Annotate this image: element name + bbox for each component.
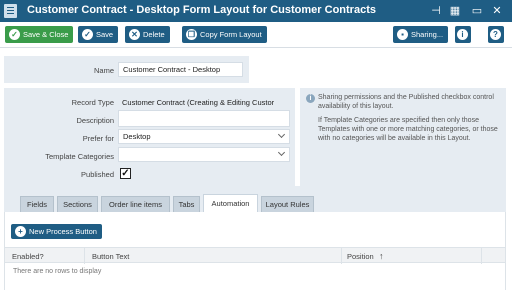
help-button[interactable]: ? — [488, 26, 504, 43]
form-layout-icon — [4, 4, 17, 18]
save-close-label: Save & Close — [23, 30, 69, 39]
delete-icon: ✕ — [129, 29, 140, 40]
column-divider — [84, 248, 85, 264]
chevron-down-icon — [277, 148, 286, 157]
copy-icon: ❐ — [186, 29, 197, 40]
tile-icon[interactable]: ▦ — [447, 3, 463, 19]
copy-label: Copy Form Layout — [200, 30, 262, 39]
sort-ascending-icon[interactable]: ↑ — [379, 251, 384, 261]
info-icon: i — [457, 29, 468, 40]
sharing-button[interactable]: ▪ Sharing... — [393, 26, 449, 43]
name-panel: Name Customer Contract - Desktop — [4, 56, 249, 83]
info-categories-text: If Template Categories are specified the… — [318, 117, 498, 142]
description-label: Description — [76, 116, 114, 125]
column-divider — [341, 248, 342, 264]
record-type-value: Customer Contract (Creating & Editing Cu… — [122, 98, 275, 107]
column-position[interactable]: Position — [347, 252, 374, 261]
column-enabled[interactable]: Enabled? — [12, 252, 44, 261]
minimize-icon[interactable]: ▭ — [469, 3, 485, 19]
close-icon[interactable]: ✕ — [489, 3, 505, 19]
details-panel: Record Type Customer Contract (Creating … — [4, 88, 295, 186]
tab-automation[interactable]: Automation — [203, 194, 258, 212]
description-field[interactable] — [118, 110, 290, 127]
toolbar: ✓ Save & Close ✓ Save ✕ Delete ❐ Copy Fo… — [0, 22, 512, 48]
tab-order-line-items[interactable]: Order line items — [101, 196, 170, 212]
template-categories-label: Template Categories — [45, 152, 114, 161]
info-button[interactable]: i — [455, 26, 471, 43]
prefer-for-value: Desktop — [123, 132, 151, 141]
delete-button[interactable]: ✕ Delete — [125, 26, 170, 43]
empty-table-message: There are no rows to display — [13, 268, 102, 275]
save-icon: ✓ — [82, 29, 93, 40]
new-process-button[interactable]: + New Process Button — [11, 224, 102, 239]
info-sharing-text: Sharing permissions and the Published ch… — [318, 94, 494, 110]
save-close-button[interactable]: ✓ Save & Close — [5, 26, 74, 43]
record-type-label: Record Type — [71, 98, 114, 107]
tab-layout-rules[interactable]: Layout Rules — [261, 196, 314, 212]
name-label: Name — [93, 66, 114, 75]
tab-fields[interactable]: Fields — [20, 196, 54, 212]
published-label: Published — [81, 170, 114, 179]
automation-panel: + New Process Button Enabled? Button Tex… — [4, 212, 506, 290]
prefer-for-select[interactable]: Desktop — [118, 129, 290, 144]
tab-tabs[interactable]: Tabs — [173, 196, 200, 212]
copy-form-layout-button[interactable]: ❐ Copy Form Layout — [182, 26, 267, 43]
plus-icon: + — [15, 226, 26, 237]
template-categories-select[interactable] — [118, 147, 290, 162]
delete-label: Delete — [143, 30, 165, 39]
window-titlebar: Customer Contract - Desktop Form Layout … — [0, 0, 512, 22]
column-button-text[interactable]: Button Text — [92, 252, 129, 261]
lock-icon: ▪ — [397, 29, 408, 40]
automation-table-header: Enabled? Button Text Position ↑ — [5, 247, 505, 264]
tab-sections[interactable]: Sections — [57, 196, 98, 212]
prefer-for-label: Prefer for — [82, 134, 114, 143]
save-label: Save — [96, 30, 114, 39]
column-divider — [481, 248, 482, 264]
pin-icon[interactable]: ⊣ — [428, 3, 444, 19]
sharing-label: Sharing... — [411, 30, 444, 39]
window-title: Customer Contract - Desktop Form Layout … — [27, 4, 376, 16]
name-field[interactable]: Customer Contract - Desktop — [118, 62, 243, 77]
save-icon: ✓ — [9, 29, 20, 40]
published-checkbox[interactable]: ✓ — [120, 168, 131, 179]
save-button[interactable]: ✓ Save — [78, 26, 119, 43]
chevron-down-icon — [277, 130, 286, 139]
help-icon: ? — [490, 29, 501, 40]
info-panel: i Sharing permissions and the Published … — [300, 88, 506, 186]
new-process-label: New Process Button — [29, 227, 97, 236]
info-icon: i — [306, 94, 315, 103]
tab-bar: Fields Sections Order line items Tabs Au… — [4, 186, 506, 212]
